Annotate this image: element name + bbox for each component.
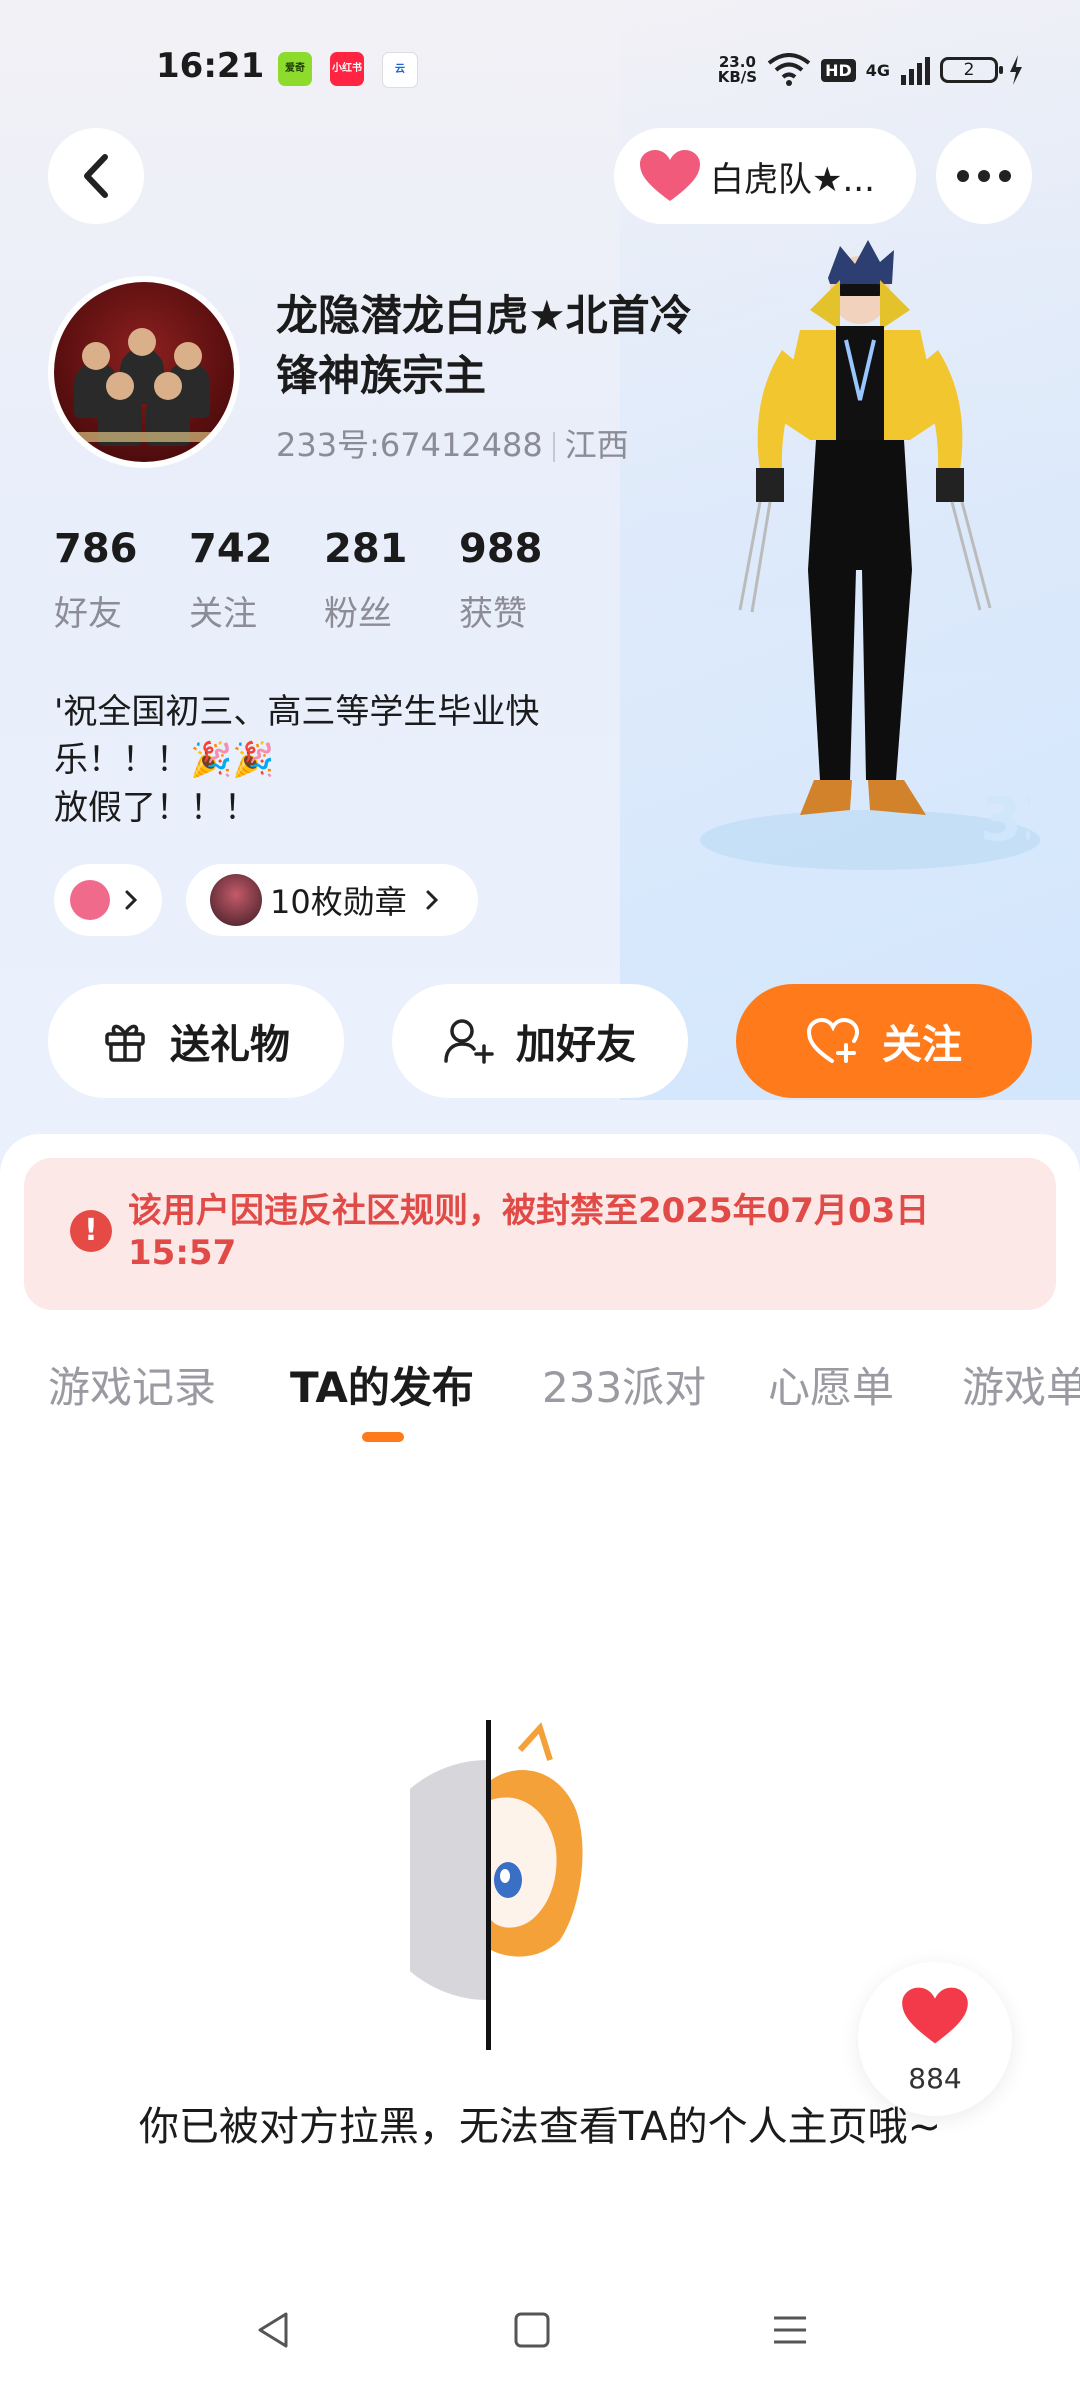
heart-icon [902,1987,968,2044]
brand-logo-icon [70,880,110,920]
team-pill[interactable]: 白虎队★... [614,128,916,224]
triangle-back-icon [258,2312,288,2348]
send-gift-button[interactable]: 送礼物 [48,984,344,1098]
chevron-right-icon [125,890,138,910]
ban-notice-text: 该用户因违反社区规则，被封禁至2025年07月03日 15:57 [128,1190,1008,1274]
more-button[interactable] [936,128,1032,224]
back-button[interactable] [48,128,144,224]
like-button[interactable]: 884 [858,1962,1012,2116]
nav-home-button[interactable] [492,2290,572,2370]
chevron-left-icon [84,154,108,198]
follow-button[interactable]: 关注 [736,984,1032,1098]
follow-label: 关注 [882,1022,962,1068]
net-speed: 23.0 KB/S [718,55,757,85]
network-type: 4G [865,60,890,80]
charging-icon [1010,55,1022,85]
user-region: 江西 [564,426,629,464]
signal-icon [901,57,930,85]
app-icon: 云 [382,52,418,88]
blocked-illustration [410,1720,583,2050]
stat-value: 786 [54,526,138,572]
stat-fans[interactable]: 281 粉丝 [324,526,459,635]
stat-value: 281 [324,526,408,572]
stat-likes[interactable]: 988 获赞 [459,526,594,635]
battery-icon: 2 [940,57,1003,83]
warning-icon: ! [70,1210,112,1252]
uid-row: 233号:67412488 江西 [276,420,629,466]
stat-label: 粉丝 [324,594,392,634]
hd-icon: HD [821,58,856,82]
square-home-icon [514,2312,550,2348]
status-time: 16:21 [156,46,265,86]
add-friend-label: 加好友 [516,1022,636,1068]
stat-label: 获赞 [459,594,527,634]
status-bar: 16:21 爱奇 小红书 云 23.0 KB/S HD 4G 2 [0,40,1080,104]
bio-line: 放假了！！！ [54,788,258,828]
xiaohongshu-icon: 小红书 [330,52,364,86]
menu-icon [774,2316,806,2344]
stat-following[interactable]: 742 关注 [189,526,324,635]
tab-wishlist[interactable]: 心愿单 [768,1354,894,1415]
bio-line: '祝全国初三、高三等学生毕业快 [54,692,540,732]
team-label: 白虎队★... [710,159,875,200]
gift-icon [105,1024,145,1062]
tab-posts[interactable]: TA的发布 [290,1354,474,1415]
avatar-character-image[interactable]: 33 [690,240,1030,860]
heart-icon [640,150,700,201]
stat-label: 关注 [189,594,257,634]
profile-tabs: 游戏记录 TA的发布 233派对 心愿单 游戏单 [0,1344,1080,1444]
chevron-right-icon [426,890,438,910]
stat-label: 好友 [54,594,122,634]
stat-friends[interactable]: 786 好友 [54,526,189,635]
ban-notice: ! 该用户因违反社区规则，被封禁至2025年07月03日 15:57 [24,1158,1056,1310]
avatar[interactable] [48,276,240,468]
tab-game-records[interactable]: 游戏记录 [48,1354,216,1415]
stat-value: 742 [189,526,273,572]
username-line1: 龙隐潜龙白虎★北首冷 [276,291,692,340]
add-user-icon [444,1019,494,1064]
more-icon [957,170,1011,182]
nav-back-button[interactable] [234,2290,314,2370]
badges-chip[interactable]: 10枚勋章 [186,864,478,936]
user-id: 233号:67412488 [276,426,543,464]
wifi-icon [767,53,811,86]
ban-notice-line: 该用户因违反社区规则，被封禁至2025年07月03日 [128,1191,930,1231]
badge-avatar-icon [210,874,262,926]
add-friend-button[interactable]: 加好友 [392,984,688,1098]
bio-line: 乐！！！🎉🎉 [54,740,275,780]
username-line2: 锋神族宗主 [276,351,487,400]
aiqiyi-icon: 爱奇 [278,52,312,86]
net-speed-unit: KB/S [717,68,758,86]
heart-plus-icon [806,1017,860,1063]
ban-notice-line: 15:57 [128,1233,237,1273]
tab-233-party[interactable]: 233派对 [542,1354,706,1415]
divider [552,432,555,462]
system-nav-bar [0,2290,1080,2380]
like-count: 884 [908,2062,962,2095]
active-tab-indicator [362,1432,404,1442]
nav-menu-button[interactable] [750,2290,830,2370]
bio-text: '祝全国初三、高三等学生毕业快 乐！！！🎉🎉 放假了！！！ [54,688,614,832]
svg-text:33: 33 [980,785,1030,855]
brand-chip[interactable] [54,864,162,936]
stats-row: 786 好友 742 关注 281 粉丝 988 获赞 [54,526,594,635]
badges-count: 10枚勋章 [270,883,407,921]
stat-value: 988 [459,526,543,572]
avatar-image [54,282,234,462]
tab-game-list[interactable]: 游戏单 [962,1354,1080,1415]
send-gift-label: 送礼物 [170,1022,290,1068]
username: 龙隐潜龙白虎★北首冷 锋神族宗主 [276,286,726,406]
